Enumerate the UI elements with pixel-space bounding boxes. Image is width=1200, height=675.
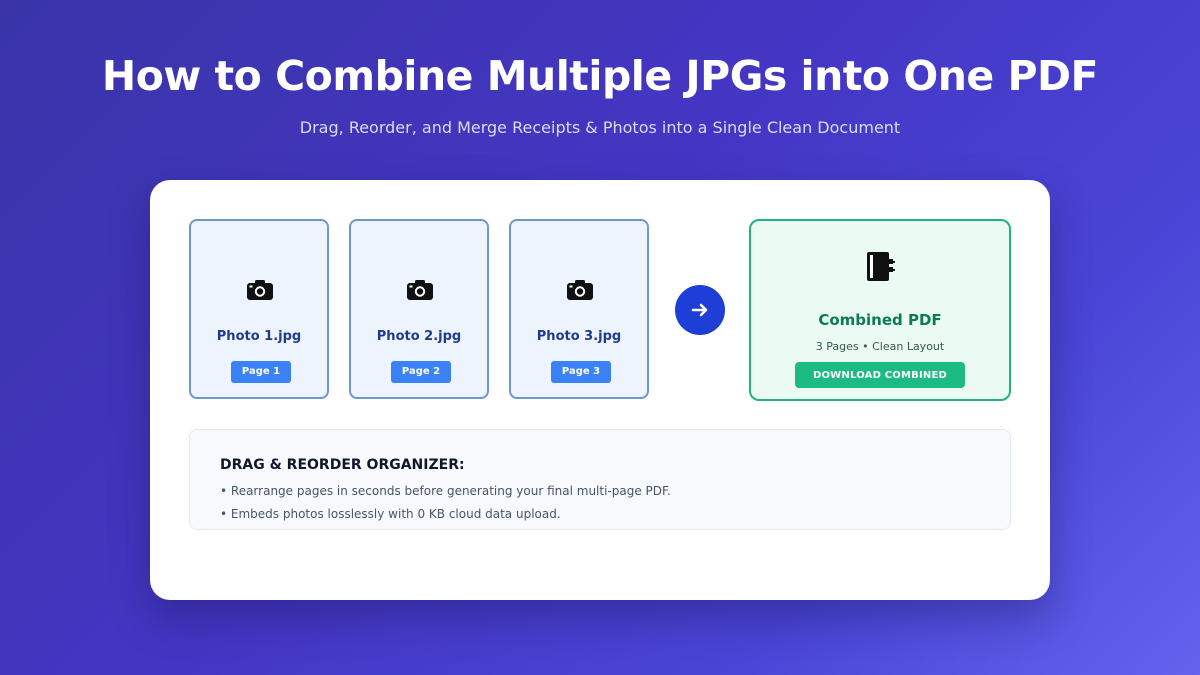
arrow-right-icon bbox=[691, 303, 708, 317]
organizer-bullet: • Embeds photos losslessly with 0 KB clo… bbox=[220, 507, 561, 521]
camera-icon bbox=[407, 280, 433, 300]
photo-tile-1[interactable]: Photo 1.jpg Page 1 bbox=[189, 219, 329, 399]
camera-icon bbox=[567, 280, 593, 300]
merge-card: Photo 1.jpg Page 1 Photo 2.jpg Page 2 Ph… bbox=[150, 180, 1050, 600]
download-combined-button[interactable]: DOWNLOAD COMBINED bbox=[795, 362, 965, 388]
page-subtitle: Drag, Reorder, and Merge Receipts & Phot… bbox=[299, 118, 901, 137]
photo-tile-3[interactable]: Photo 3.jpg Page 3 bbox=[509, 219, 649, 399]
combined-pdf-tile: Combined PDF 3 Pages • Clean Layout DOWN… bbox=[749, 219, 1011, 401]
photo-filename: Photo 1.jpg bbox=[216, 329, 302, 344]
photo-filename: Photo 3.jpg bbox=[536, 329, 622, 344]
page-badge: Page 2 bbox=[391, 361, 451, 383]
page-title: How to Combine Multiple JPGs into One PD… bbox=[101, 52, 1099, 100]
camera-icon bbox=[247, 280, 273, 300]
document-icon bbox=[867, 252, 895, 281]
organizer-panel: DRAG & REORDER ORGANIZER: • Rearrange pa… bbox=[189, 429, 1011, 530]
combined-pdf-title: Combined PDF bbox=[818, 311, 942, 329]
page-badge: Page 1 bbox=[231, 361, 291, 383]
merge-arrow-button[interactable] bbox=[675, 285, 725, 335]
organizer-bullet: • Rearrange pages in seconds before gene… bbox=[220, 484, 671, 498]
organizer-heading: DRAG & REORDER ORGANIZER: bbox=[220, 457, 465, 473]
photo-filename: Photo 2.jpg bbox=[376, 329, 462, 344]
photo-tile-2[interactable]: Photo 2.jpg Page 2 bbox=[349, 219, 489, 399]
page-badge: Page 3 bbox=[551, 361, 611, 383]
combined-pdf-meta: 3 Pages • Clean Layout bbox=[815, 340, 945, 353]
